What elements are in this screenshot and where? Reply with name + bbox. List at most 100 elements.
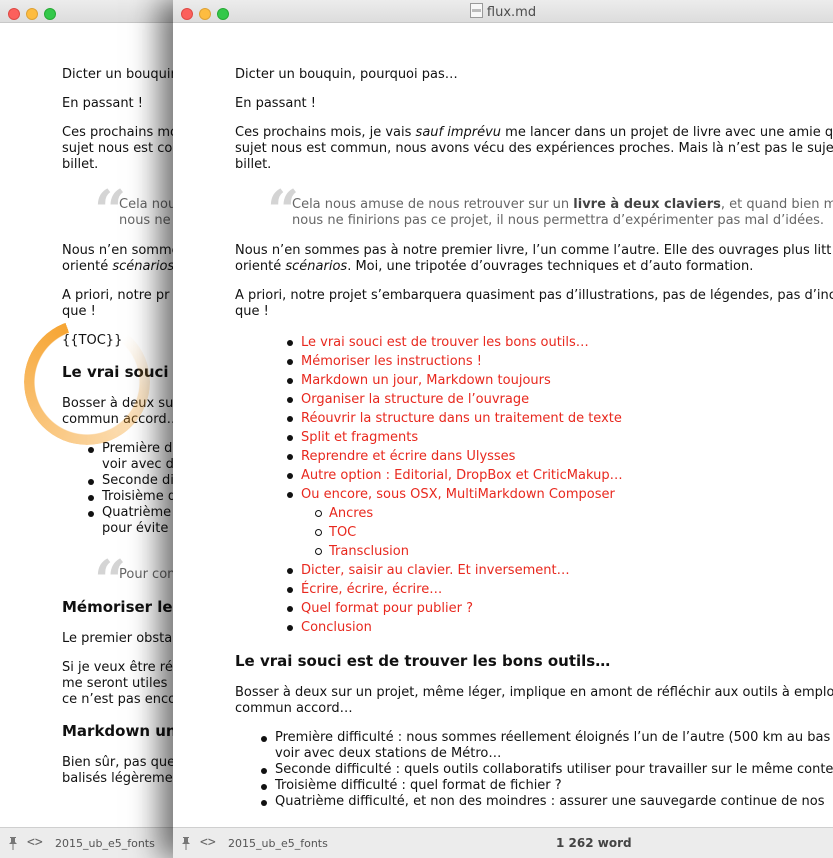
toc-sublink[interactable]: Transclusion [313, 542, 833, 561]
toc-link[interactable]: Split et fragments [285, 428, 833, 447]
pin-icon[interactable] [8, 836, 18, 850]
doc-para4: Bosser à deux sur un projet, même léger,… [235, 685, 833, 717]
heading-1: Le vrai souci est de trouver les bons ou… [235, 652, 611, 670]
back-intro: Dicter un bouquin [62, 67, 175, 82]
back-para3-line1: A priori, notre pr [62, 288, 170, 303]
back-bullet-text: Première d [102, 441, 173, 456]
para2-em: scénarios [285, 259, 348, 274]
quote-mark-icon: “ [267, 178, 300, 244]
front-titlebar[interactable]: flux.md [173, 0, 833, 23]
toc-link[interactable]: Autre option : Editorial, DropBox et Cri… [285, 466, 833, 485]
front-window[interactable]: flux.md Dicter un bouquin, pourquoi pas…… [173, 0, 833, 858]
back-quote-line1: Cela nous [119, 197, 175, 212]
back-footer-filename[interactable]: 2015_ub_e5_fonts [55, 837, 155, 850]
code-toggle-icon[interactable]: <> [27, 835, 43, 850]
back-para6-line2: me seront utiles [62, 676, 168, 691]
quote-text-b: , et quand bien m [720, 197, 833, 212]
list-item: Première difficulté : nous sommes réelle… [259, 730, 833, 762]
back-para7-line2: balisés légèreme [62, 771, 173, 786]
doc-intro: Dicter un bouquin, pourquoi pas… [235, 67, 458, 82]
back-bullet-cont: pour évite [102, 521, 169, 536]
back-close-button[interactable] [8, 8, 20, 20]
back-para2-em: scénarios [112, 259, 175, 274]
toc-link[interactable]: Conclusion [285, 618, 833, 637]
quote-mark-icon: “ [94, 178, 127, 244]
para1-text-c: sujet nous est commun, nous avons vécu d… [235, 141, 833, 156]
toc-link-with-children: Ou encore, sous OSX, MultiMarkdown Compo… [285, 485, 833, 561]
doc-para1: Ces prochains mois, je vais sauf imprévu… [235, 125, 833, 173]
loading-spinner-icon [24, 319, 150, 445]
word-count[interactable]: 1 262 word [556, 836, 632, 850]
back-traffic-lights [8, 5, 62, 24]
list-item: Seconde di [86, 473, 175, 489]
list-item: Troisième difficulté : quel format de fi… [259, 778, 833, 794]
para1-em: sauf imprévu [415, 125, 502, 140]
back-editor[interactable]: Dicter un bouquin En passant ! Ces proch… [0, 23, 175, 827]
back-blockquote-2: “ Pour con [94, 553, 175, 609]
code-toggle-icon[interactable]: <> [200, 835, 216, 850]
window-title: flux.md [173, 3, 833, 20]
toc-link[interactable]: Dicter, saisir au clavier. Et inversemen… [285, 561, 833, 580]
back-minimize-button[interactable] [26, 8, 38, 20]
list-item: Première d voir avec d [86, 441, 175, 473]
para3-text-a: A priori, notre projet s’embarquera quas… [235, 288, 833, 303]
back-en-passant: En passant ! [62, 96, 143, 111]
back-para7-line1: Bien sûr, pas que [62, 755, 175, 770]
back-zoom-button[interactable] [44, 8, 56, 20]
doc-para2: Nous n’en sommes pas à notre premier liv… [235, 243, 833, 275]
back-para2-line1: Nous n’en somme [62, 243, 175, 258]
toc-link[interactable]: Organiser la structure de l’ouvrage [285, 390, 833, 409]
doc-en-passant: En passant ! [235, 96, 316, 111]
toc-link[interactable]: Écrire, écrire, écrire… [285, 580, 833, 599]
toc-link[interactable]: Mémoriser les instructions ! [285, 352, 833, 371]
back-heading-3: Markdown un [62, 722, 175, 740]
back-bullet-text: Quatrième [102, 505, 172, 520]
editor[interactable]: Dicter un bouquin, pourquoi pas… En pass… [173, 23, 833, 827]
toc-sublist: Ancres TOC Transclusion [301, 504, 833, 561]
back-para6-line3: ce n’est pas enco [62, 692, 175, 707]
para4-text-b: commun accord… [235, 701, 353, 716]
toc-link[interactable]: Markdown un jour, Markdown toujours [285, 371, 833, 390]
back-blockquote: “ Cela nous nous ne [94, 183, 175, 239]
document-icon [469, 3, 483, 18]
para1-text-b: me lancer dans un projet de livre avec u… [501, 125, 833, 140]
para2-text-a: Nous n’en sommes pas à notre premier liv… [235, 243, 832, 258]
toc-link[interactable]: Ou encore, sous OSX, MultiMarkdown Compo… [301, 487, 615, 502]
toc-link[interactable]: Réouvrir la structure dans un traitement… [285, 409, 833, 428]
back-window[interactable]: Dicter un bouquin En passant ! Ces proch… [0, 0, 175, 858]
doc-para3: A priori, notre projet s’embarquera quas… [235, 288, 833, 320]
back-para1-line1: Ces prochains mo [62, 125, 175, 140]
window-title-text: flux.md [486, 5, 537, 20]
toc-sublink[interactable]: TOC [313, 523, 833, 542]
quote-mark-icon: “ [94, 548, 127, 614]
para2-text-b: orienté [235, 259, 286, 274]
toc-sublink[interactable]: Ancres [313, 504, 833, 523]
back-quote2-text: Pour con [119, 567, 175, 582]
back-titlebar[interactable] [0, 0, 175, 23]
blockquote: “ Cela nous amuse de nous retrouver sur … [267, 183, 833, 239]
quote-text-a: Cela nous amuse de nous retrouver sur un [292, 197, 574, 212]
back-bullet-cont: voir avec d [102, 457, 174, 472]
para1-text-a: Ces prochains mois, je vais [235, 125, 416, 140]
back-para3: A priori, notre pr que ! [62, 288, 175, 320]
back-para6-line1: Si je veux être ré [62, 660, 173, 675]
pin-icon[interactable] [181, 836, 191, 850]
bullet-cont: voir avec deux stations de Métro… [275, 746, 502, 761]
footer-filename[interactable]: 2015_ub_e5_fonts [228, 837, 328, 850]
back-quote-line2: nous ne [119, 213, 171, 228]
quote-strong: livre à deux claviers [573, 197, 721, 212]
toc-link[interactable]: Quel format pour publier ? [285, 599, 833, 618]
quote-text-c: nous ne finirions pas ce projet, il nous… [292, 213, 824, 228]
list-item: Quatrième pour évite [86, 505, 175, 537]
para2-text-c: . Moi, une tripotée d’ouvrages technique… [347, 259, 754, 274]
table-of-contents: Le vrai souci est de trouver les bons ou… [235, 333, 833, 637]
para3-text-b: que ! [235, 304, 269, 319]
list-item: Seconde difficulté : quels outils collab… [259, 762, 833, 778]
back-para7: Bien sûr, pas que balisés légèreme [62, 755, 175, 787]
back-para3-line2: que ! [62, 304, 96, 319]
back-para1-line2: sujet nous est co [62, 141, 173, 156]
para1-text-d: billet. [235, 157, 272, 172]
back-para6: Si je veux être ré me seront utiles ce n… [62, 660, 175, 708]
toc-link[interactable]: Le vrai souci est de trouver les bons ou… [285, 333, 833, 352]
toc-link[interactable]: Reprendre et écrire dans Ulysses [285, 447, 833, 466]
